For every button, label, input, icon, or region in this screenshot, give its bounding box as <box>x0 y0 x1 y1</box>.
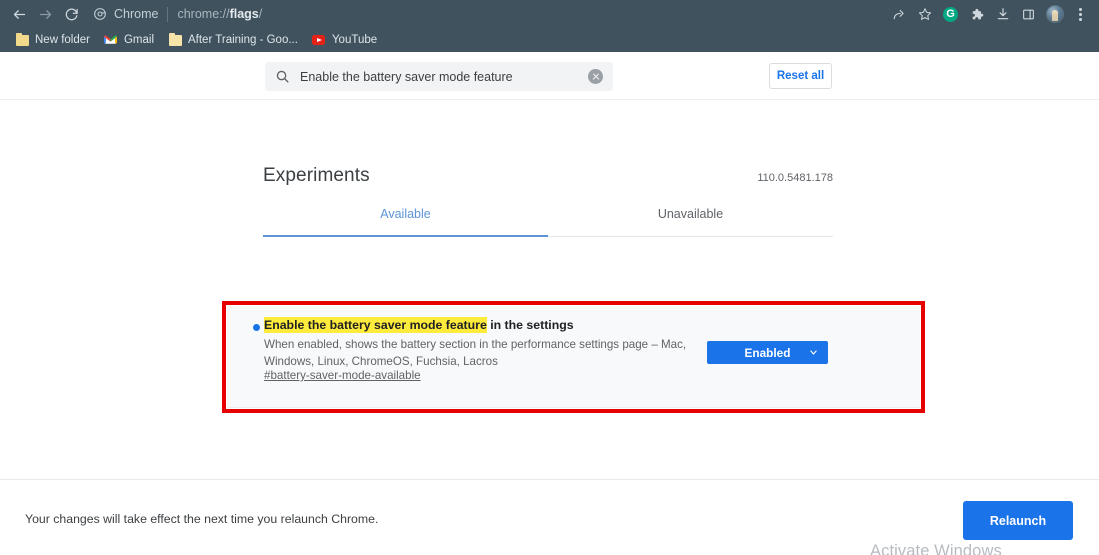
chrome-menu-icon <box>1079 7 1082 21</box>
grammarly-icon: G <box>943 6 958 22</box>
browser-nav-row: Chrome chrome://flags/ G <box>0 0 1099 28</box>
chrome-version-label: 110.0.5481.178 <box>757 172 833 184</box>
grammarly-extension-button[interactable]: G <box>938 2 963 27</box>
bookmark-gmail[interactable]: Gmail <box>97 30 161 50</box>
bookmark-after-training[interactable]: After Training - Goo... <box>161 30 305 50</box>
search-icon <box>275 69 291 85</box>
tab-unavailable[interactable]: Unavailable <box>548 205 833 236</box>
search-input-value: Enable the battery saver mode feature <box>300 69 513 84</box>
flag-title-highlight: Enable the battery saver mode feature <box>264 317 487 333</box>
bookmark-star-icon <box>918 7 932 21</box>
back-button[interactable] <box>6 1 32 27</box>
flags-footer: Your changes will take effect the next t… <box>0 479 1099 555</box>
reload-button[interactable] <box>58 1 84 27</box>
arrow-right-icon <box>38 7 53 22</box>
browser-chrome: Chrome chrome://flags/ G New folder Gmai… <box>0 0 1099 52</box>
chrome-logo-icon <box>92 7 107 22</box>
forward-button[interactable] <box>32 1 58 27</box>
omnibox-url: chrome://flags/ <box>177 7 263 21</box>
reset-all-button[interactable]: Reset all <box>769 63 832 89</box>
experiments-header: Experiments 110.0.5481.178 <box>263 165 833 187</box>
flag-description: When enabled, shows the battery section … <box>264 338 687 368</box>
flag-state-select[interactable]: Enabled <box>707 341 828 364</box>
chevron-down-icon <box>809 348 817 356</box>
downloads-button[interactable] <box>990 2 1015 27</box>
youtube-icon <box>312 33 326 47</box>
omnibox-site-label: Chrome <box>114 7 159 21</box>
page-title: Experiments <box>263 165 370 186</box>
flags-tabs: Available Unavailable <box>263 205 833 237</box>
arrow-left-icon <box>12 7 27 22</box>
bookmark-label: After Training - Goo... <box>188 34 298 46</box>
search-input[interactable]: Enable the battery saver mode feature <box>265 62 613 91</box>
bookmark-youtube[interactable]: YouTube <box>305 30 384 50</box>
extensions-button[interactable] <box>964 2 989 27</box>
bookmark-label: Gmail <box>123 34 154 46</box>
reload-icon <box>64 7 79 22</box>
omnibox-separator <box>167 6 169 22</box>
address-bar[interactable]: Chrome chrome://flags/ <box>92 3 880 25</box>
gmail-icon <box>104 33 118 47</box>
flags-search-bar: Enable the battery saver mode feature Re… <box>0 52 1099 100</box>
chrome-menu-button[interactable] <box>1068 2 1093 27</box>
bookmark-label: YouTube <box>331 34 378 46</box>
folder-icon <box>168 32 182 47</box>
clear-icon[interactable] <box>588 69 603 84</box>
relaunch-notice: Your changes will take effect the next t… <box>25 512 379 526</box>
relaunch-button[interactable]: Relaunch <box>963 501 1073 540</box>
share-button[interactable] <box>886 2 911 27</box>
flag-permalink[interactable]: #battery-saver-mode-available <box>264 369 421 382</box>
downloads-icon <box>996 7 1010 21</box>
share-icon <box>892 7 906 21</box>
profile-button[interactable] <box>1042 2 1067 27</box>
side-panel-button[interactable] <box>1016 2 1041 27</box>
profile-avatar <box>1045 5 1064 23</box>
flag-entry-battery-saver: Enable the battery saver mode feature in… <box>227 306 920 408</box>
browser-toolbar-actions: G <box>886 2 1093 27</box>
folder-icon <box>15 32 29 47</box>
flag-state-value: Enabled <box>744 345 791 360</box>
bookmark-new-folder[interactable]: New folder <box>8 30 97 50</box>
flag-title: Enable the battery saver mode feature in… <box>264 317 574 333</box>
extensions-puzzle-icon <box>969 7 984 22</box>
bookmarks-bar: New folder Gmail After Training - Goo...… <box>0 28 1099 52</box>
bookmark-label: New folder <box>35 34 90 46</box>
flags-page: Enable the battery saver mode feature Re… <box>0 52 1099 555</box>
new-flag-dot-icon <box>253 324 260 331</box>
bookmark-button[interactable] <box>912 2 937 27</box>
flag-title-rest: in the settings <box>486 318 574 332</box>
tab-available[interactable]: Available <box>263 205 548 237</box>
side-panel-icon <box>1022 8 1035 21</box>
